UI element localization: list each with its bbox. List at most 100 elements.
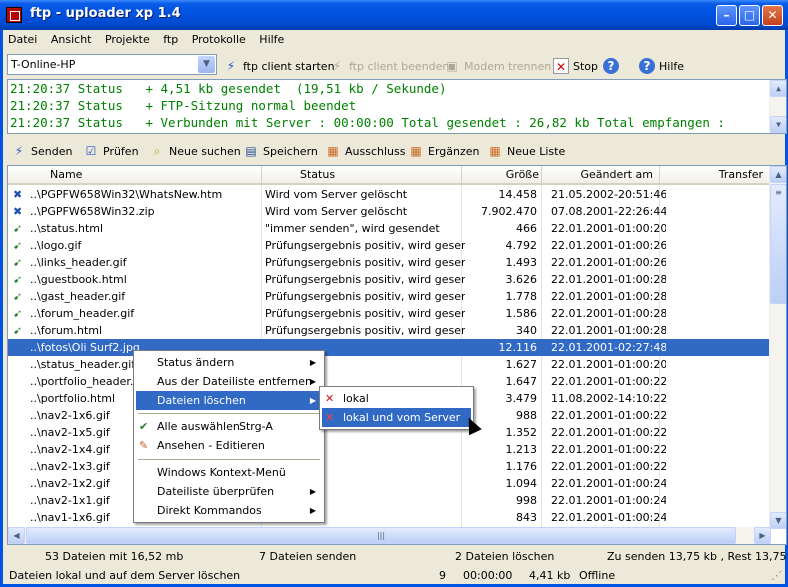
title-bar[interactable]: ftp - uploader xp 1.4 – □ ✕: [0, 0, 788, 30]
end-client-button[interactable]: ⚡ ftp client beenden: [329, 56, 450, 76]
table-row[interactable]: ..\nav2-1x1.gif 998 22.01.2001-01:00:24: [8, 492, 771, 509]
status-connection: Offline: [579, 569, 616, 582]
menu-windows-context[interactable]: Windows Kontext-Menü: [136, 463, 322, 482]
new-list-button[interactable]: ▦ Neue Liste: [487, 141, 565, 161]
file-toolbar: ⚡ Senden ☑ Prüfen ⌕ Neue suchen ▤ Speich…: [3, 138, 785, 163]
submenu-delete-local-server[interactable]: ✕ lokal und vom Server: [322, 408, 471, 427]
menu-protokolle[interactable]: Protokolle: [187, 30, 251, 46]
col-name[interactable]: Name: [8, 166, 262, 183]
start-client-label: ftp client starten: [243, 59, 335, 73]
table-row[interactable]: ..\nav2-1x2.gif 1.094 22.01.2001-01:00:24: [8, 475, 771, 492]
app-icon[interactable]: [6, 7, 22, 23]
col-transfer[interactable]: Transfer: [660, 166, 771, 183]
save-button[interactable]: ▤ Speichern: [243, 141, 318, 161]
table-row[interactable]: ➹ ..\gast_header.gif Prüfungsergebnis posi…: [8, 288, 771, 305]
submenu-delete-local[interactable]: ✕ lokal: [322, 389, 471, 408]
hscroll-thumb[interactable]: |||: [26, 527, 736, 544]
delete-icon: ✕: [325, 392, 335, 405]
resize-grip-icon[interactable]: ⋰: [771, 567, 782, 585]
file-list[interactable]: Name Status Größe Geändert am Transfer ✖…: [7, 165, 787, 545]
cell-name: ..\gast_header.gif: [30, 290, 126, 303]
send-button[interactable]: ⚡ Senden: [11, 141, 73, 161]
table-row[interactable]: ➹ ..\forum.html Prüfungsergebnis positiv, …: [8, 322, 771, 339]
table-row[interactable]: ➹ ..\links_header.gif Prüfungsergebnis pos…: [8, 254, 771, 271]
menu-select-all[interactable]: ✔ Alle auswählen Strg-A: [136, 417, 322, 436]
menu-status-change[interactable]: Status ändern ▶: [136, 353, 322, 372]
table-row[interactable]: ➹ ..\guestbook.html Prüfungsergebnis posit…: [8, 271, 771, 288]
table-row[interactable]: ➹ ..\status.html "immer senden", wird gese…: [8, 220, 771, 237]
scroll-down-icon[interactable]: ▼: [770, 116, 786, 133]
menu-projekte[interactable]: Projekte: [100, 30, 155, 46]
end-client-label: ftp client beenden: [349, 59, 450, 73]
add-button[interactable]: ▦ Ergänzen: [408, 141, 480, 161]
stop-button[interactable]: ✕ Stop: [553, 56, 598, 76]
file-icon: [13, 475, 29, 492]
minimize-button[interactable]: –: [716, 5, 737, 26]
menu-ansicht[interactable]: Ansicht: [46, 30, 97, 46]
console-scrollbar[interactable]: ▲ ▼: [769, 80, 786, 133]
menu-direct-commands[interactable]: Direkt Kommandos ▶: [136, 501, 322, 520]
start-client-button[interactable]: ⚡ ftp client starten: [223, 56, 335, 76]
col-date[interactable]: Geändert am: [542, 166, 660, 183]
disconnect-modem-label: Modem trennen: [464, 59, 552, 73]
cell-name: ..\PGPFW658Win32.zip: [30, 205, 155, 218]
file-icon: [13, 373, 29, 390]
cell-date: 07.08.2001-22:26:44: [551, 205, 666, 218]
submenu-delete-local-label: lokal: [343, 392, 369, 405]
menu-remove-label: Aus der Dateiliste entfernen: [157, 375, 312, 388]
cell-date: 22.01.2001-01:00:22: [551, 375, 666, 388]
table-row[interactable]: ➹ ..\logo.gif Prüfungsergebnis positiv, wi…: [8, 237, 771, 254]
table-row[interactable]: ..\nav1-1x6.gif 843 22.01.2001-01:00:24: [8, 509, 771, 526]
list-vscrollbar[interactable]: ▲ ≡ ▼: [769, 166, 786, 529]
floppy-icon: ▤: [245, 144, 257, 158]
search-new-button[interactable]: ⌕ Neue suchen: [149, 141, 241, 161]
log-console[interactable]: 21:20:37 Status + 4,51 kb gesendet (19,5…: [7, 79, 787, 134]
close-button[interactable]: ✕: [762, 5, 783, 26]
scroll-left-icon[interactable]: ◀: [8, 527, 25, 544]
cell-date: 22.01.2001-01:00:28: [551, 324, 666, 337]
table-row[interactable]: ✖ ..\PGPFW658Win32.zip Wird vom Server gel…: [8, 203, 771, 220]
check-button[interactable]: ☑ Prüfen: [83, 141, 139, 161]
cell-name: ..\forum.html: [30, 324, 103, 337]
file-icon: [13, 509, 29, 526]
cell-date: 22.01.2001-01:00:24: [551, 494, 666, 507]
menu-check-list[interactable]: Dateiliste überprüfen ▶: [136, 482, 322, 501]
table-row[interactable]: ..\fotos\Oli Surf2.jpg 12.116 22.01.2001-0…: [8, 339, 771, 356]
menu-hilfe[interactable]: Hilfe: [254, 30, 289, 46]
app-window: ftp - uploader xp 1.4 – □ ✕ Datei Ansich…: [0, 0, 788, 587]
col-size[interactable]: Größe: [462, 166, 542, 183]
menu-remove[interactable]: Aus der Dateiliste entfernen ▶: [136, 372, 322, 391]
help-button[interactable]: ? Hilfe: [639, 56, 684, 76]
menu-ftp[interactable]: ftp: [158, 30, 183, 46]
menu-view-edit[interactable]: ✎ Ansehen - Editieren: [136, 436, 322, 455]
cell-size: 466: [516, 222, 537, 235]
table-row[interactable]: ➹ ..\forum_header.gif Prüfungsergebnis pos…: [8, 305, 771, 322]
chevron-down-icon[interactable]: ▼: [198, 56, 215, 73]
add-label: Ergänzen: [428, 144, 480, 158]
cell-status: Prüfungsergebnis positiv, wird gesendet: [265, 256, 465, 269]
table-row[interactable]: ..\nav2-1x4.gif 1.213 22.01.2001-01:00:22: [8, 441, 771, 458]
exclude-button[interactable]: ▦ Ausschluss: [325, 141, 405, 161]
list-hscrollbar[interactable]: ◀ ||| ▶: [8, 527, 771, 544]
cell-size: 1.647: [505, 375, 538, 388]
scroll-up-icon[interactable]: ▲: [770, 166, 786, 183]
maximize-button[interactable]: □: [739, 5, 760, 26]
profile-select[interactable]: T-Online-HP ▼: [7, 54, 217, 75]
menu-datei[interactable]: Datei: [3, 30, 42, 46]
check-icon: ✔: [139, 420, 149, 433]
scroll-up-icon[interactable]: ▲: [770, 80, 786, 97]
scroll-down-icon[interactable]: ▼: [770, 512, 786, 529]
scroll-thumb[interactable]: ≡: [770, 184, 786, 304]
help-context-button[interactable]: ?: [603, 56, 619, 76]
scroll-right-icon[interactable]: ▶: [754, 527, 771, 544]
table-row[interactable]: ..\nav2-1x3.gif 1.176 22.01.2001-01:00:22: [8, 458, 771, 475]
file-icon: [13, 339, 29, 356]
send-label: Senden: [31, 144, 73, 158]
table-row[interactable]: ✖ ..\PGPFW658Win32\WhatsNew.htm Wird vom S…: [8, 186, 771, 203]
col-status[interactable]: Status: [262, 166, 462, 183]
cell-size: 843: [516, 511, 537, 524]
table-row[interactable]: ..\status_header.gif 1.627 22.01.2001-01:0…: [8, 356, 771, 373]
menu-delete-files[interactable]: Dateien löschen ▶: [136, 391, 322, 410]
disconnect-modem-button[interactable]: ▣ Modem trennen: [444, 56, 551, 76]
cell-size: 1.586: [505, 307, 538, 320]
